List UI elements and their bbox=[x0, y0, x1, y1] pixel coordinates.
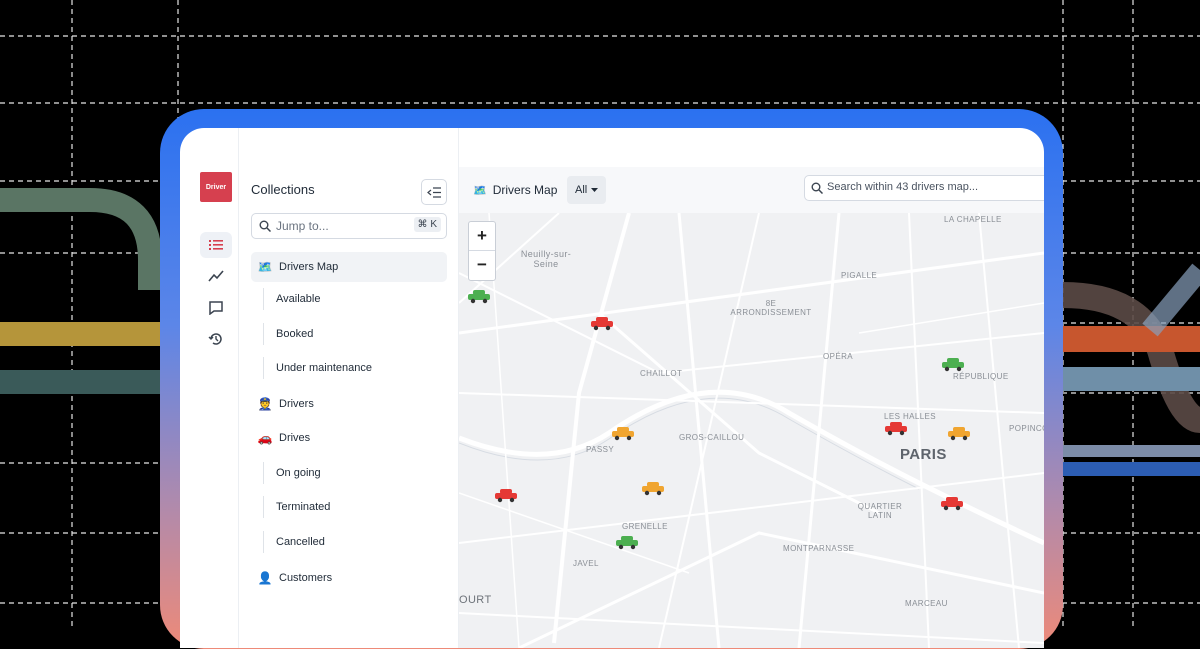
chart-icon bbox=[208, 270, 224, 282]
rail-messages-button[interactable] bbox=[200, 294, 232, 320]
shortcut-badge: ⌘ K bbox=[413, 217, 441, 232]
car-marker-booked[interactable] bbox=[493, 489, 519, 503]
map-label: CHAILLOT bbox=[640, 369, 683, 378]
map-label: RÉPUBLIQUE bbox=[953, 372, 1009, 381]
map-search-input[interactable]: Search within 43 drivers map... bbox=[804, 175, 1044, 201]
drivers-map[interactable]: + − Neuilly-sur-Seine LA CHAPELLE PIGALL… bbox=[459, 213, 1044, 648]
car-marker-booked[interactable] bbox=[883, 422, 909, 436]
app-window: Driver Collections Jump to... ⌘ K 🗺️ Dri… bbox=[180, 128, 1044, 648]
sidebar-item-customers[interactable]: 👤 Customers bbox=[251, 563, 447, 593]
zoom-out-button[interactable]: − bbox=[469, 251, 495, 279]
sidebar-item-under-maintenance[interactable]: Under maintenance bbox=[263, 357, 456, 379]
car-marker-maintenance[interactable] bbox=[640, 482, 666, 496]
sidebar-item-terminated[interactable]: Terminated bbox=[263, 496, 456, 518]
map-label: LA CHAPELLE bbox=[944, 215, 1002, 224]
sidebar-item-drivers-map[interactable]: 🗺️ Drivers Map bbox=[251, 252, 447, 282]
view-title: 🗺️ Drivers Map bbox=[473, 183, 557, 197]
sidebar-item-drives[interactable]: 🚗 Drives bbox=[251, 423, 447, 453]
chevron-down-icon bbox=[591, 187, 599, 192]
sidebar-item-label: Booked bbox=[276, 328, 314, 340]
sidebar-title: Collections bbox=[251, 182, 315, 197]
map-label: LES HALLES bbox=[884, 412, 937, 421]
map-label: PASSY bbox=[586, 445, 615, 454]
jump-to-placeholder: Jump to... bbox=[276, 219, 329, 233]
map-label: MARCEAU bbox=[905, 599, 948, 608]
filter-label: All bbox=[575, 184, 588, 196]
map-label: POPINCO bbox=[1009, 424, 1044, 433]
sidebar-item-label: Available bbox=[276, 293, 321, 305]
collections-sidebar: Collections Jump to... ⌘ K 🗺️ Drivers Ma… bbox=[239, 128, 459, 648]
sidebar-item-label: Drivers Map bbox=[279, 261, 339, 273]
car-marker-booked[interactable] bbox=[589, 317, 615, 331]
sidebar-item-on-going[interactable]: On going bbox=[263, 462, 456, 484]
police-officer-icon: 👮 bbox=[257, 397, 273, 411]
map-label: GROS-CAILLOU bbox=[679, 433, 745, 442]
map-icon: 🗺️ bbox=[257, 260, 273, 274]
sidebar-item-drivers[interactable]: 👮 Drivers bbox=[251, 389, 447, 419]
sidebar-item-available[interactable]: Available bbox=[263, 288, 456, 310]
map-label: OURT bbox=[459, 594, 492, 606]
map-icon: 🗺️ bbox=[473, 184, 487, 197]
map-search-placeholder: Search within 43 drivers map... bbox=[827, 181, 979, 193]
sidebar-item-label: Customers bbox=[279, 572, 333, 584]
map-label: 8E ARRONDISSEMENT bbox=[730, 299, 812, 317]
chat-icon bbox=[209, 300, 223, 315]
sidebar-item-label: Cancelled bbox=[276, 536, 325, 548]
search-icon bbox=[811, 182, 823, 194]
map-label: JAVEL bbox=[573, 559, 599, 568]
car-marker-booked[interactable] bbox=[939, 497, 965, 511]
map-label-paris: PARIS bbox=[900, 446, 947, 463]
view-toolbar: 🗺️ Drivers Map All Search within 43 driv… bbox=[459, 167, 1044, 214]
map-label: QUARTIER LATIN bbox=[857, 502, 903, 520]
sidebar-item-label: On going bbox=[276, 467, 321, 479]
app-logo[interactable]: Driver bbox=[200, 172, 232, 202]
filter-dropdown[interactable]: All bbox=[567, 176, 607, 204]
rail-analytics-button[interactable] bbox=[200, 263, 232, 289]
map-label: GRENELLE bbox=[622, 522, 668, 531]
map-label: OPÉRA bbox=[823, 352, 854, 361]
person-icon: 👤 bbox=[257, 571, 273, 585]
car-marker-maintenance[interactable] bbox=[946, 427, 972, 441]
sidebar-item-cancelled[interactable]: Cancelled bbox=[263, 531, 456, 553]
rail-history-button[interactable] bbox=[200, 326, 232, 352]
rail-collections-button[interactable] bbox=[200, 232, 232, 258]
main-panel: 🗺️ Drivers Map All Search within 43 driv… bbox=[459, 128, 1044, 648]
car-marker-available[interactable] bbox=[466, 290, 492, 304]
jump-to-search[interactable]: Jump to... ⌘ K bbox=[251, 213, 447, 239]
zoom-control: + − bbox=[468, 221, 496, 281]
collapse-sidebar-button[interactable] bbox=[421, 179, 447, 205]
sidebar-item-label: Terminated bbox=[276, 501, 331, 513]
sidebar-item-label: Drivers bbox=[279, 398, 314, 410]
map-label: Neuilly-sur-Seine bbox=[520, 249, 572, 269]
map-label: MONTPARNASSE bbox=[783, 544, 855, 553]
car-icon: 🚗 bbox=[257, 431, 273, 445]
sidebar-item-label: Drives bbox=[279, 432, 311, 444]
sidebar-item-booked[interactable]: Booked bbox=[263, 323, 456, 345]
icon-rail: Driver bbox=[180, 128, 239, 648]
car-marker-available[interactable] bbox=[614, 536, 640, 550]
sidebar-item-label: Under maintenance bbox=[276, 362, 373, 374]
list-icon bbox=[209, 240, 223, 250]
view-title-text: Drivers Map bbox=[492, 183, 558, 197]
car-marker-maintenance[interactable] bbox=[610, 427, 636, 441]
search-icon bbox=[259, 220, 271, 232]
zoom-in-button[interactable]: + bbox=[469, 222, 495, 251]
logo-text: Driver bbox=[205, 183, 227, 191]
history-icon bbox=[208, 333, 222, 345]
collapse-icon bbox=[427, 186, 441, 198]
map-label: PIGALLE bbox=[841, 271, 878, 280]
car-marker-available[interactable] bbox=[940, 358, 966, 372]
